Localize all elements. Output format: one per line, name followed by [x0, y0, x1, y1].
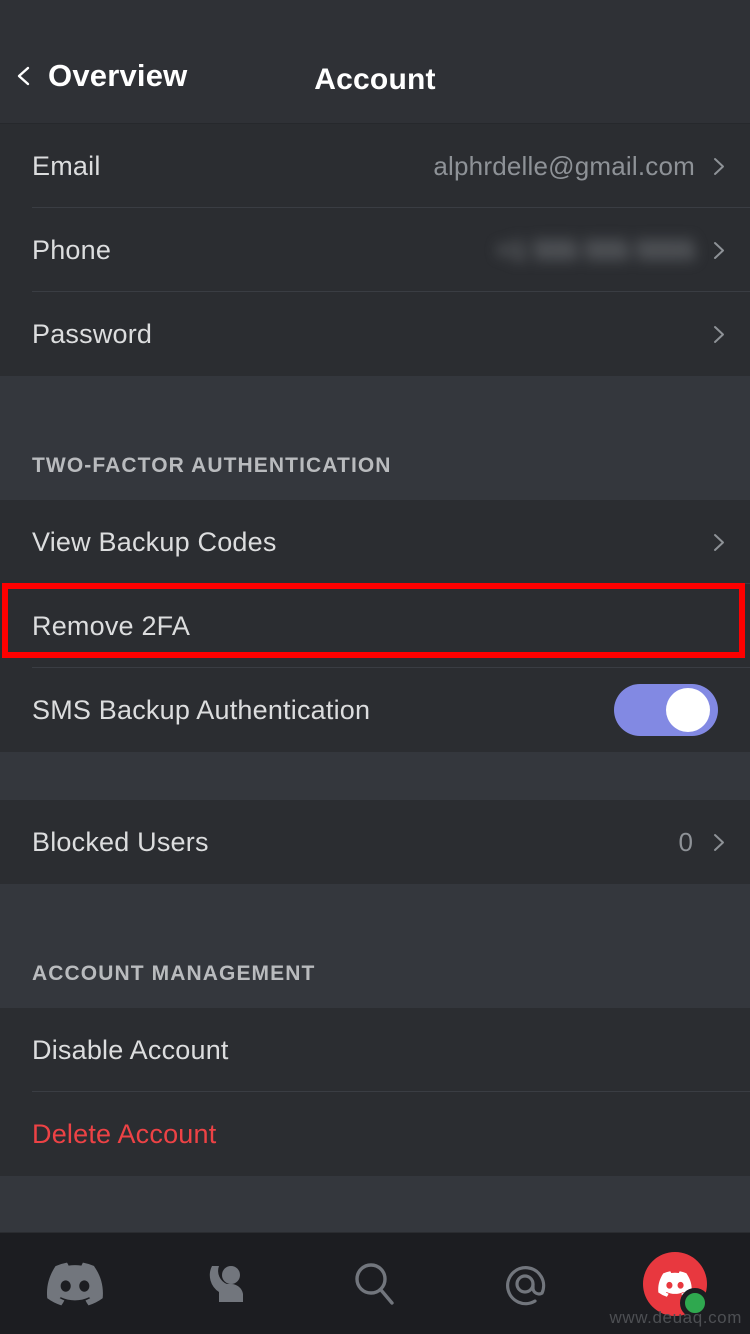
settings-group-two-factor: View Backup Codes Remove 2FA SMS Backup Au…	[0, 500, 750, 752]
settings-row[interactable]: View Backup Codes	[0, 500, 750, 584]
chevron-right-icon	[714, 533, 724, 551]
settings-row[interactable]: Blocked Users 0	[0, 800, 750, 884]
section-heading-account-management: ACCOUNT MANAGEMENT	[0, 960, 750, 1008]
section-spacer	[0, 884, 750, 960]
settings-row-label: Email	[32, 150, 101, 181]
settings-group-privacy: Blocked Users 0	[0, 800, 750, 884]
sidebar-item-servers[interactable]	[0, 1233, 150, 1334]
settings-row-label: Password	[32, 318, 153, 349]
section-spacer	[0, 1176, 750, 1236]
toggle-knob	[666, 688, 710, 732]
settings-row-label: Blocked Users	[32, 826, 209, 857]
friends-person-icon	[209, 1265, 243, 1302]
settings-row-value: +1 555 555 5555	[496, 234, 695, 265]
settings-row-count: 0	[678, 826, 693, 857]
settings-row[interactable]: Disable Account	[0, 1008, 750, 1092]
screen-header: Overview Account	[0, 0, 750, 124]
settings-row-label: Disable Account	[32, 1034, 229, 1065]
settings-row-label: SMS Backup Authentication	[32, 694, 371, 725]
chevron-right-icon	[714, 833, 724, 851]
settings-row[interactable]: Password	[0, 292, 750, 376]
account-settings-screen: Overview Account Email alphrdelle@gmail.c…	[0, 0, 750, 1334]
search-icon	[355, 1262, 394, 1305]
page-title: Account	[314, 63, 436, 96]
sidebar-item-friends[interactable]	[150, 1233, 300, 1334]
settings-row[interactable]: Delete Account	[0, 1092, 750, 1176]
sidebar-item-search[interactable]	[300, 1233, 450, 1334]
watermark: www.deuaq.com	[609, 1308, 742, 1327]
settings-row[interactable]: Remove 2FA	[0, 584, 750, 668]
section-heading-two-factor: TWO-FACTOR AUTHENTICATION	[0, 452, 750, 500]
settings-row-label: View Backup Codes	[32, 526, 277, 557]
settings-row-value: alphrdelle@gmail.com	[433, 150, 695, 181]
sms-backup-toggle[interactable]	[614, 684, 718, 736]
chevron-right-icon	[714, 157, 724, 175]
settings-row-label: Delete Account	[32, 1118, 217, 1149]
settings-row-label: Remove 2FA	[32, 610, 191, 641]
settings-row[interactable]: SMS Backup Authentication	[0, 668, 750, 752]
settings-group-credentials: Email alphrdelle@gmail.com Phone +1 555 555…	[0, 124, 750, 376]
settings-row[interactable]: Email alphrdelle@gmail.com	[0, 124, 750, 208]
bottom-tab-bar: www.deuaq.com	[0, 1232, 750, 1334]
settings-row[interactable]: Phone +1 555 555 5555	[0, 208, 750, 292]
chevron-right-icon	[714, 325, 724, 343]
chevron-right-icon	[714, 241, 724, 259]
at-mention-icon	[506, 1265, 546, 1305]
settings-group-account-management: Disable Account Delete Account	[0, 1008, 750, 1176]
discord-logo-icon	[47, 1262, 103, 1305]
section-spacer	[0, 752, 750, 800]
settings-row-label: Phone	[32, 234, 112, 265]
sidebar-item-mentions[interactable]	[450, 1233, 600, 1334]
settings-list: Email alphrdelle@gmail.com Phone +1 555 555…	[0, 124, 750, 1236]
section-spacer	[0, 376, 750, 452]
